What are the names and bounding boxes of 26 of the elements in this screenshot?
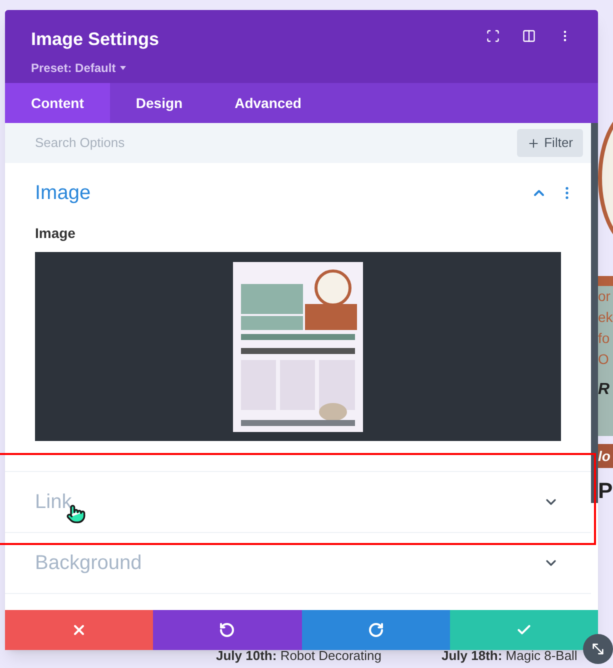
image-preview[interactable] <box>35 252 561 441</box>
undo-icon <box>219 622 236 638</box>
event-text: July 18th: Magic 8-Ball <box>441 647 578 665</box>
fullscreen-icon[interactable] <box>486 29 500 43</box>
page-banner: lo <box>598 444 613 468</box>
redo-icon <box>368 622 384 638</box>
plus-icon <box>527 136 540 150</box>
page-text: R <box>598 380 611 400</box>
page-text: fo <box>598 329 611 348</box>
save-button[interactable] <box>450 610 598 650</box>
filter-button[interactable]: Filter <box>517 129 583 157</box>
preset-dropdown[interactable]: Preset: Default <box>31 59 126 77</box>
section-title[interactable]: Image <box>35 178 91 208</box>
field-label: Image <box>35 224 76 243</box>
tab[interactable]: Advanced <box>208 83 328 123</box>
sidebar-icon[interactable] <box>522 29 536 43</box>
page-text: O <box>598 350 610 369</box>
tab[interactable]: Content <box>5 83 110 123</box>
window-title: Image Settings <box>31 28 160 51</box>
page-text: or <box>598 287 612 306</box>
search-field[interactable]: Search Options <box>35 133 335 153</box>
page-heading: P <box>598 480 613 502</box>
page-text: ek <box>598 308 613 327</box>
tab[interactable]: Design <box>110 83 209 123</box>
event-text: July 10th: Robot Decorating <box>216 647 382 665</box>
scrollbar[interactable] <box>591 123 598 503</box>
